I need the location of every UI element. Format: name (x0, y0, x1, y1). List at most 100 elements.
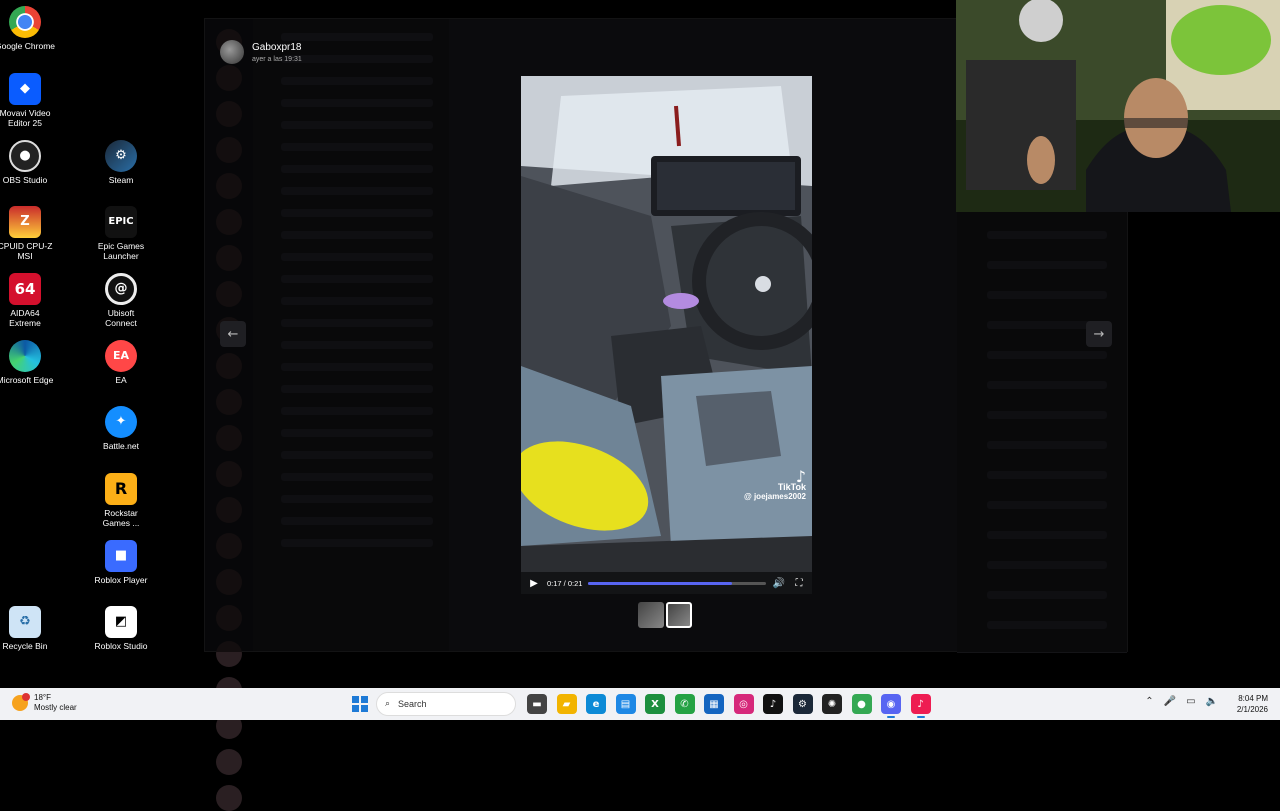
desktop-shortcut-label: Roblox Player (94, 575, 148, 585)
volume-icon[interactable]: 🔊 (772, 578, 786, 589)
uploader-info: Gaboxpr18 ayer a las 19:31 (220, 40, 302, 64)
avatar[interactable] (220, 40, 244, 64)
next-media-button[interactable]: → (1086, 321, 1112, 347)
weather-temperature: 18°F (34, 693, 51, 702)
chevron-up-icon[interactable]: ⌃ (1145, 696, 1153, 707)
tiktok-icon[interactable]: ♪ (763, 694, 783, 714)
clock[interactable]: 8:04 PM 2/1/2026 (1237, 693, 1268, 715)
desktop-shortcut[interactable]: Google Chrome (0, 6, 55, 51)
calculator-icon[interactable]: ▦ (704, 694, 724, 714)
xbox-icon[interactable]: X (645, 694, 665, 714)
desktop-shortcut[interactable]: ● OBS Studio (0, 140, 55, 185)
video-progress-bar[interactable] (588, 581, 766, 585)
desktop-shortcut-label: Battle.net (103, 441, 139, 451)
taskbar: 18°F Mostly clear ⌕ Search ▬ ▰ e ▤ X ✆ ▦ ◎ ♪ ⚙ ✺ ● ◉… (0, 688, 1280, 720)
desktop-shortcut-label: Google Chrome (0, 41, 56, 51)
media-thumbnail[interactable] (638, 602, 664, 628)
search-placeholder: Search (398, 699, 427, 709)
steam-icon[interactable]: ⚙ (792, 694, 813, 714)
video-time: 0:17 / 0:21 (547, 578, 583, 588)
uploader-name[interactable]: Gaboxpr18 (252, 42, 302, 53)
desktop-shortcut-label: Steam (108, 175, 134, 185)
desktop-shortcut[interactable]: ◆ Movavi Video Editor 25 (0, 73, 55, 128)
weather-description: Mostly clear (34, 703, 77, 712)
webcam-feed (956, 0, 1280, 212)
chrome-icon (9, 6, 41, 38)
desktop-shortcut[interactable]: EA EA (91, 340, 151, 385)
edge-icon (9, 340, 41, 372)
desktop: Google Chrome ◆ Movavi Video Editor 25 ● OBS… (0, 0, 1280, 811)
battlenet-icon: ✦ (105, 406, 137, 438)
play-icon[interactable]: ▶ (527, 578, 541, 589)
webcam-overlay (956, 0, 1280, 212)
folder-icon[interactable]: ▰ (556, 694, 577, 714)
rockstar-icon: R (105, 473, 137, 505)
desktop-shortcut[interactable]: EPIC Epic Games Launcher (91, 206, 151, 261)
clock-date: 2/1/2026 (1236, 705, 1268, 714)
desktop-shortcut-label: EA (115, 375, 127, 385)
video-controls: ▶ 0:17 / 0:21 🔊 ⛶ (521, 572, 812, 594)
arrow-left-icon: ← (227, 326, 239, 342)
microphone-icon[interactable]: 🎤 (1164, 696, 1176, 707)
cpuz-icon: Z (9, 206, 41, 238)
desktop-shortcut-label: CPUID CPU-Z MSI (0, 241, 53, 261)
clock-time: 8:04 PM (1238, 694, 1268, 703)
speaker-icon[interactable]: 🔈 (1206, 696, 1218, 707)
desktop-shortcut[interactable]: ⚙ Steam (91, 140, 151, 185)
chrome-icon[interactable]: ● (851, 694, 872, 714)
file-explorer-icon[interactable]: ▬ (527, 694, 547, 714)
instagram-icon[interactable]: ◎ (733, 694, 754, 714)
taskbar-search[interactable]: ⌕ Search (376, 692, 516, 716)
desktop-shortcut[interactable]: 64 AIDA64 Extreme (0, 273, 55, 328)
discord-icon[interactable]: ◉ (881, 694, 901, 718)
tiktok-brand: TikTok (777, 482, 806, 492)
tiktok-watermark: ♪ TikTok @ joejames2002 (743, 467, 806, 502)
arrow-right-icon: → (1093, 326, 1105, 342)
media-thumbnail-strip (638, 602, 692, 628)
store-icon[interactable]: ▤ (615, 694, 636, 714)
desktop-shortcut[interactable]: ✦ Battle.net (91, 406, 151, 451)
desktop-shortcut[interactable]: Z CPUID CPU-Z MSI (0, 206, 55, 261)
desktop-shortcut-label: Movavi Video Editor 25 (0, 108, 51, 128)
car-interior-video-frame (521, 76, 812, 594)
desktop-shortcut-label: OBS Studio (2, 175, 48, 185)
desktop-shortcut-label: Recycle Bin (2, 641, 48, 651)
ubisoft-icon: @ (105, 273, 137, 305)
fullscreen-icon[interactable]: ⛶ (792, 578, 806, 589)
desktop-shortcut[interactable]: Microsoft Edge (0, 340, 55, 385)
tiktok-logo-icon: ♪ (795, 467, 806, 486)
whatsapp-icon[interactable]: ✆ (674, 694, 695, 714)
system-tray: ⌃ 🎤 ▭ 🔈 (1145, 696, 1218, 707)
desktop-shortcut[interactable]: ◩ Roblox Studio (91, 606, 151, 651)
server-icon (216, 749, 242, 775)
obs-icon: ● (9, 140, 41, 172)
chatgpt-icon[interactable]: ✺ (822, 694, 842, 714)
aida64-icon: 64 (9, 273, 41, 305)
desktop-shortcut[interactable]: R Rockstar Games ... (91, 473, 151, 528)
tiktok-handle: @ joejames2002 (743, 492, 806, 501)
network-icon[interactable]: ▭ (1186, 696, 1195, 707)
video-progress-fill (588, 581, 733, 585)
ea-icon: EA (105, 340, 137, 372)
edge-icon[interactable]: e (586, 694, 606, 714)
upload-timestamp: ayer a las 19:31 (252, 55, 302, 63)
desktop-shortcut-label: Epic Games Launcher (97, 241, 145, 261)
roblox-studio-icon: ◩ (105, 606, 137, 638)
server-icon (216, 785, 242, 811)
desktop-shortcut-label: Rockstar Games ... (102, 508, 140, 528)
tiktok-live-icon[interactable]: ♪ (910, 694, 931, 718)
desktop-shortcut[interactable]: ■ Roblox Player (91, 540, 151, 585)
media-thumbnail-active[interactable] (666, 602, 692, 628)
recycle-bin-icon: ♻ (9, 606, 41, 638)
desktop-shortcut-label: Roblox Studio (94, 641, 148, 651)
epic-games-icon: EPIC (105, 206, 137, 238)
desktop-shortcut[interactable]: ♻ Recycle Bin (0, 606, 55, 651)
previous-media-button[interactable]: ← (220, 321, 246, 347)
desktop-shortcut[interactable]: @ Ubisoft Connect (91, 273, 151, 328)
desktop-shortcut-label: Microsoft Edge (0, 375, 54, 385)
start-button[interactable] (352, 696, 368, 712)
weather-widget[interactable]: 18°F Mostly clear (12, 693, 77, 713)
search-icon: ⌕ (385, 699, 391, 709)
movavi-icon: ◆ (9, 73, 41, 105)
video-player[interactable]: ♪ TikTok @ joejames2002 ▶ 0:17 / 0:21 🔊 … (521, 76, 812, 594)
